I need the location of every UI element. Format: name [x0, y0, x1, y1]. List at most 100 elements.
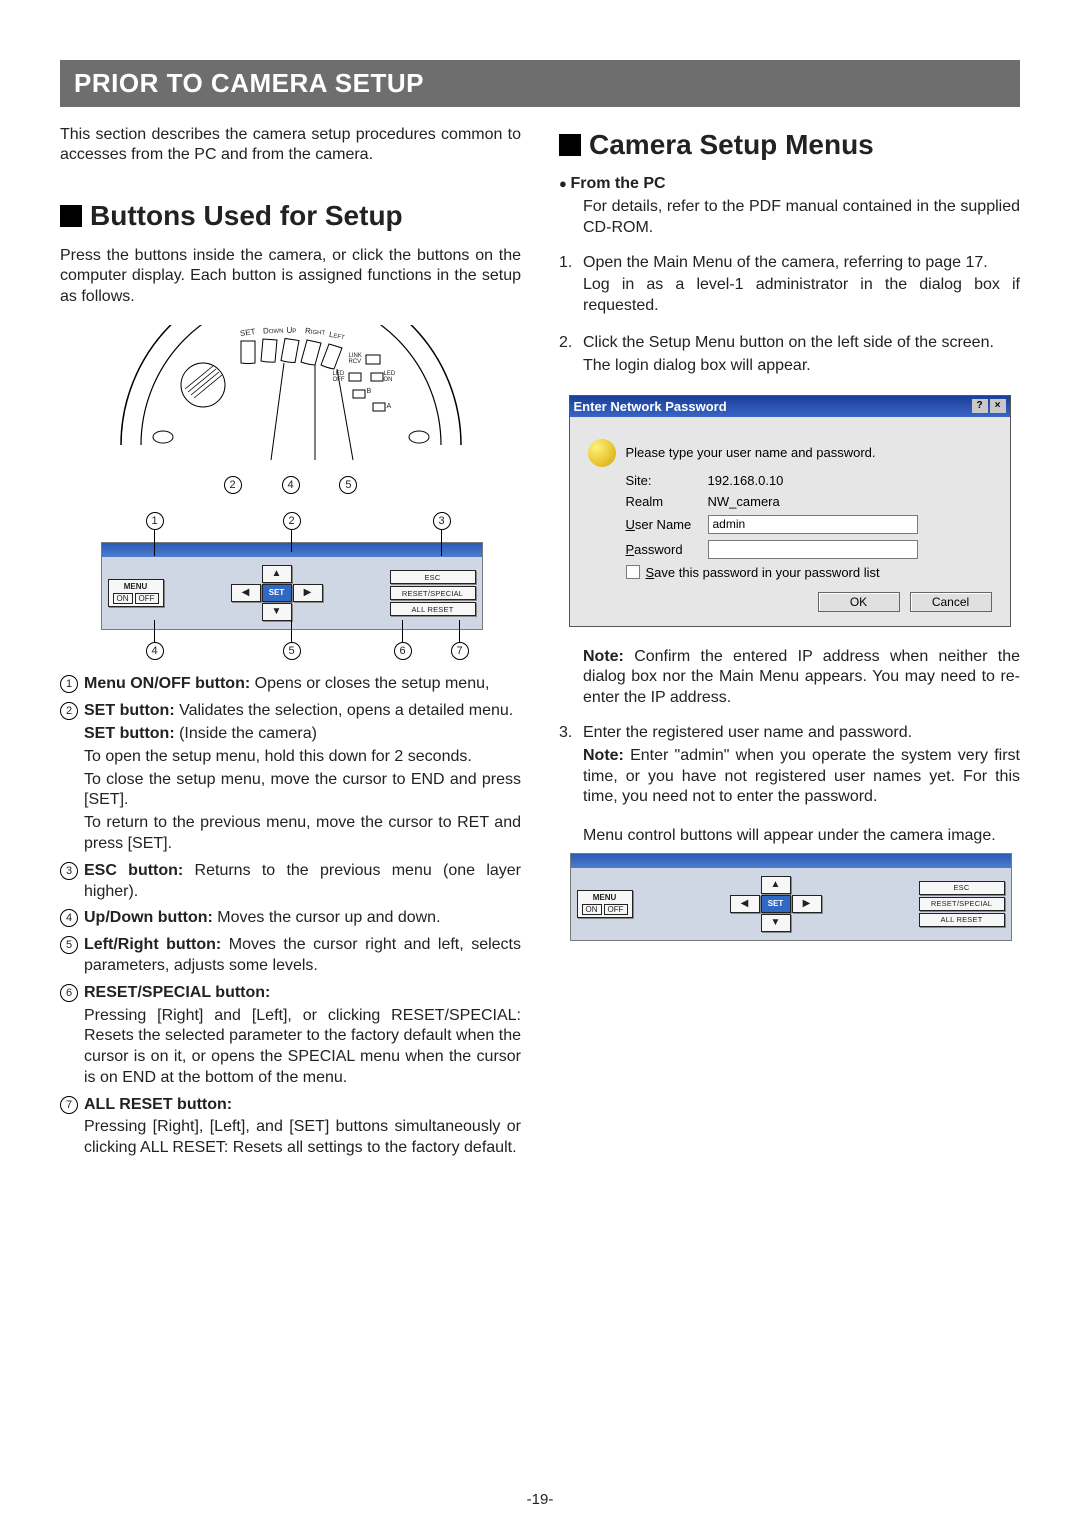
panel-top-callout-2: 2	[283, 512, 301, 530]
dialog-save-checkbox[interactable]	[626, 565, 640, 579]
dialog-help-icon[interactable]: ?	[972, 399, 988, 413]
panel-top-callout-3: 3	[433, 512, 451, 530]
login-dialog-figure: Enter Network Password ? × Please type y…	[569, 395, 1011, 627]
panel-bot-callout-5: 5	[283, 642, 301, 660]
section-heading-menus: Camera Setup Menus	[559, 129, 1020, 161]
list-item: RESET/SPECIAL button: Pressing [Right] a…	[60, 983, 521, 1089]
panel-esc-button[interactable]: ESC	[390, 570, 476, 584]
note-1: Note: Confirm the entered IP address whe…	[559, 647, 1020, 709]
dialog-ok-button[interactable]: OK	[818, 592, 900, 612]
dialog-cancel-button[interactable]: Cancel	[910, 592, 992, 612]
list-item-subtext: Pressing [Right], [Left], and [SET] butt…	[84, 1117, 521, 1159]
dialog-key-icon	[588, 439, 616, 467]
panel-menu-off[interactable]: OFF	[135, 593, 159, 604]
dialog-password-label: Password	[626, 542, 708, 557]
panel2-menu-off[interactable]: OFF	[604, 904, 628, 915]
list-item-title: Left/Right button:	[84, 936, 221, 953]
step-follow: Log in as a level-1 administrator in the…	[583, 275, 1020, 317]
panel-arrow-left[interactable]: ◀	[231, 584, 261, 602]
list-item-subtext: (Inside the camera)	[175, 725, 317, 742]
panel2-menu-box[interactable]: MENU ON OFF	[577, 890, 633, 918]
intro-paragraph: This section describes the camera setup …	[60, 125, 521, 166]
section-heading-buttons-text: Buttons Used for Setup	[90, 200, 403, 231]
list-item-subtitle: SET button:	[84, 725, 175, 742]
camera-dome-svg	[91, 325, 491, 475]
left-column: This section describes the camera setup …	[60, 125, 521, 1165]
dome-label-b: B	[367, 388, 372, 395]
note-1-head: Note:	[583, 648, 624, 665]
list-item-title: Menu ON/OFF button:	[84, 675, 250, 692]
list-item-text: Validates the selection, opens a detaile…	[175, 702, 514, 719]
list-item-title: RESET/SPECIAL button:	[84, 984, 270, 1001]
panel2-arrow-right[interactable]: ▶	[792, 895, 822, 913]
page-number: -19-	[0, 1491, 1080, 1508]
panel-arrow-up[interactable]: ▲	[262, 565, 292, 583]
panel2-set-button[interactable]: SET	[761, 895, 791, 913]
dome-callout-4: 4	[282, 476, 300, 494]
panel-bot-callout-4: 4	[146, 642, 164, 660]
panel-menu-box[interactable]: MENU ON OFF	[108, 579, 164, 607]
panel2-esc-button[interactable]: ESC	[919, 881, 1005, 895]
control-panel-figure: 1 2 3 MENU ON OFF	[101, 512, 481, 660]
panel2-menu-on[interactable]: ON	[582, 904, 602, 915]
step-follow: The login dialog box will appear.	[583, 356, 1020, 377]
dialog-prompt: Please type your user name and password.	[626, 445, 876, 460]
dialog-close-icon[interactable]: ×	[990, 399, 1006, 413]
step3-note-head: Note:	[583, 747, 624, 764]
list-item-title: ESC button:	[84, 862, 183, 879]
panel-arrow-pad: ▲ ◀ SET ▶ ▼	[231, 565, 323, 621]
panel2-arrow-up[interactable]: ▲	[761, 876, 791, 894]
list-item-subtext: To close the setup menu, move the cursor…	[84, 770, 521, 812]
dome-label-led-off: LEDOFF	[333, 371, 345, 383]
control-panel-figure-2: MENU ON OFF ▲ ◀ SET ▶	[570, 853, 1010, 941]
from-pc-body: For details, refer to the PDF manual con…	[559, 197, 1020, 239]
panel-reset-special-button[interactable]: RESET/SPECIAL	[390, 586, 476, 600]
panel2-menu-label: MENU	[582, 893, 628, 902]
dome-callout-2: 2	[224, 476, 242, 494]
dialog-site-value: 192.168.0.10	[708, 473, 784, 488]
list-item: Menu ON/OFF button: Opens or closes the …	[60, 674, 521, 695]
list-item-subtext: To return to the previous menu, move the…	[84, 813, 521, 855]
list-item-title: ALL RESET button:	[84, 1096, 232, 1113]
panel2-arrow-down[interactable]: ▼	[761, 914, 791, 932]
panel-bot-callout-7: 7	[451, 642, 469, 660]
panel2-all-reset-button[interactable]: ALL RESET	[919, 913, 1005, 927]
dialog-site-label: Site:	[626, 473, 708, 488]
panel-set-button[interactable]: SET	[262, 584, 292, 602]
step-text: Open the Main Menu of the camera, referr…	[583, 254, 988, 271]
section-heading-menus-text: Camera Setup Menus	[589, 129, 874, 160]
panel-top-callout-1: 1	[146, 512, 164, 530]
camera-dome-figure: SET DOWN UP RIGHT LEFT LINKRCV LEDOFF LE…	[91, 325, 491, 494]
dialog-password-input[interactable]	[708, 540, 918, 559]
list-item: Click the Setup Menu button on the left …	[559, 333, 1020, 377]
step-text: Click the Setup Menu button on the left …	[583, 334, 994, 351]
dome-label-a: A	[387, 403, 392, 410]
list-item: ESC button: Returns to the previous menu…	[60, 861, 521, 903]
dome-label-link-rcv: LINKRCV	[349, 353, 362, 365]
list-item-title: Up/Down button:	[84, 909, 213, 926]
list-item-subtext: To open the setup menu, hold this down f…	[84, 747, 521, 768]
panel2-arrow-left[interactable]: ◀	[730, 895, 760, 913]
panel-bot-callout-6: 6	[394, 642, 412, 660]
panel-menu-on[interactable]: ON	[113, 593, 133, 604]
step3-follow: Menu control buttons will appear under t…	[583, 826, 1020, 847]
buttons-section-body: Press the buttons inside the camera, or …	[60, 246, 521, 307]
list-item: ALL RESET button: Pressing [Right], [Lef…	[60, 1095, 521, 1159]
list-item-subtext: Pressing [Right] and [Left], or clicking…	[84, 1006, 521, 1089]
panel2-reset-special-button[interactable]: RESET/SPECIAL	[919, 897, 1005, 911]
dome-callout-5: 5	[339, 476, 357, 494]
list-item: Enter the registered user name and passw…	[559, 723, 1020, 847]
setup-steps-list-cont: Enter the registered user name and passw…	[559, 723, 1020, 847]
dialog-save-label: Save this password in your password list	[646, 565, 880, 580]
dialog-username-input[interactable]: admin	[708, 515, 918, 534]
panel-arrow-right[interactable]: ▶	[293, 584, 323, 602]
right-column: Camera Setup Menus From the PC For detai…	[559, 125, 1020, 1165]
panel-menu-label: MENU	[113, 582, 159, 591]
note-1-body: Confirm the entered IP address when neit…	[583, 648, 1020, 707]
from-pc-heading: From the PC	[559, 175, 1020, 193]
panel-all-reset-button[interactable]: ALL RESET	[390, 602, 476, 616]
step3-note-body: Enter "admin" when you operate the syste…	[583, 747, 1020, 806]
dialog-realm-value: NW_camera	[708, 494, 780, 509]
panel-arrow-down[interactable]: ▼	[262, 603, 292, 621]
dome-label-down: DOWN	[262, 327, 283, 336]
